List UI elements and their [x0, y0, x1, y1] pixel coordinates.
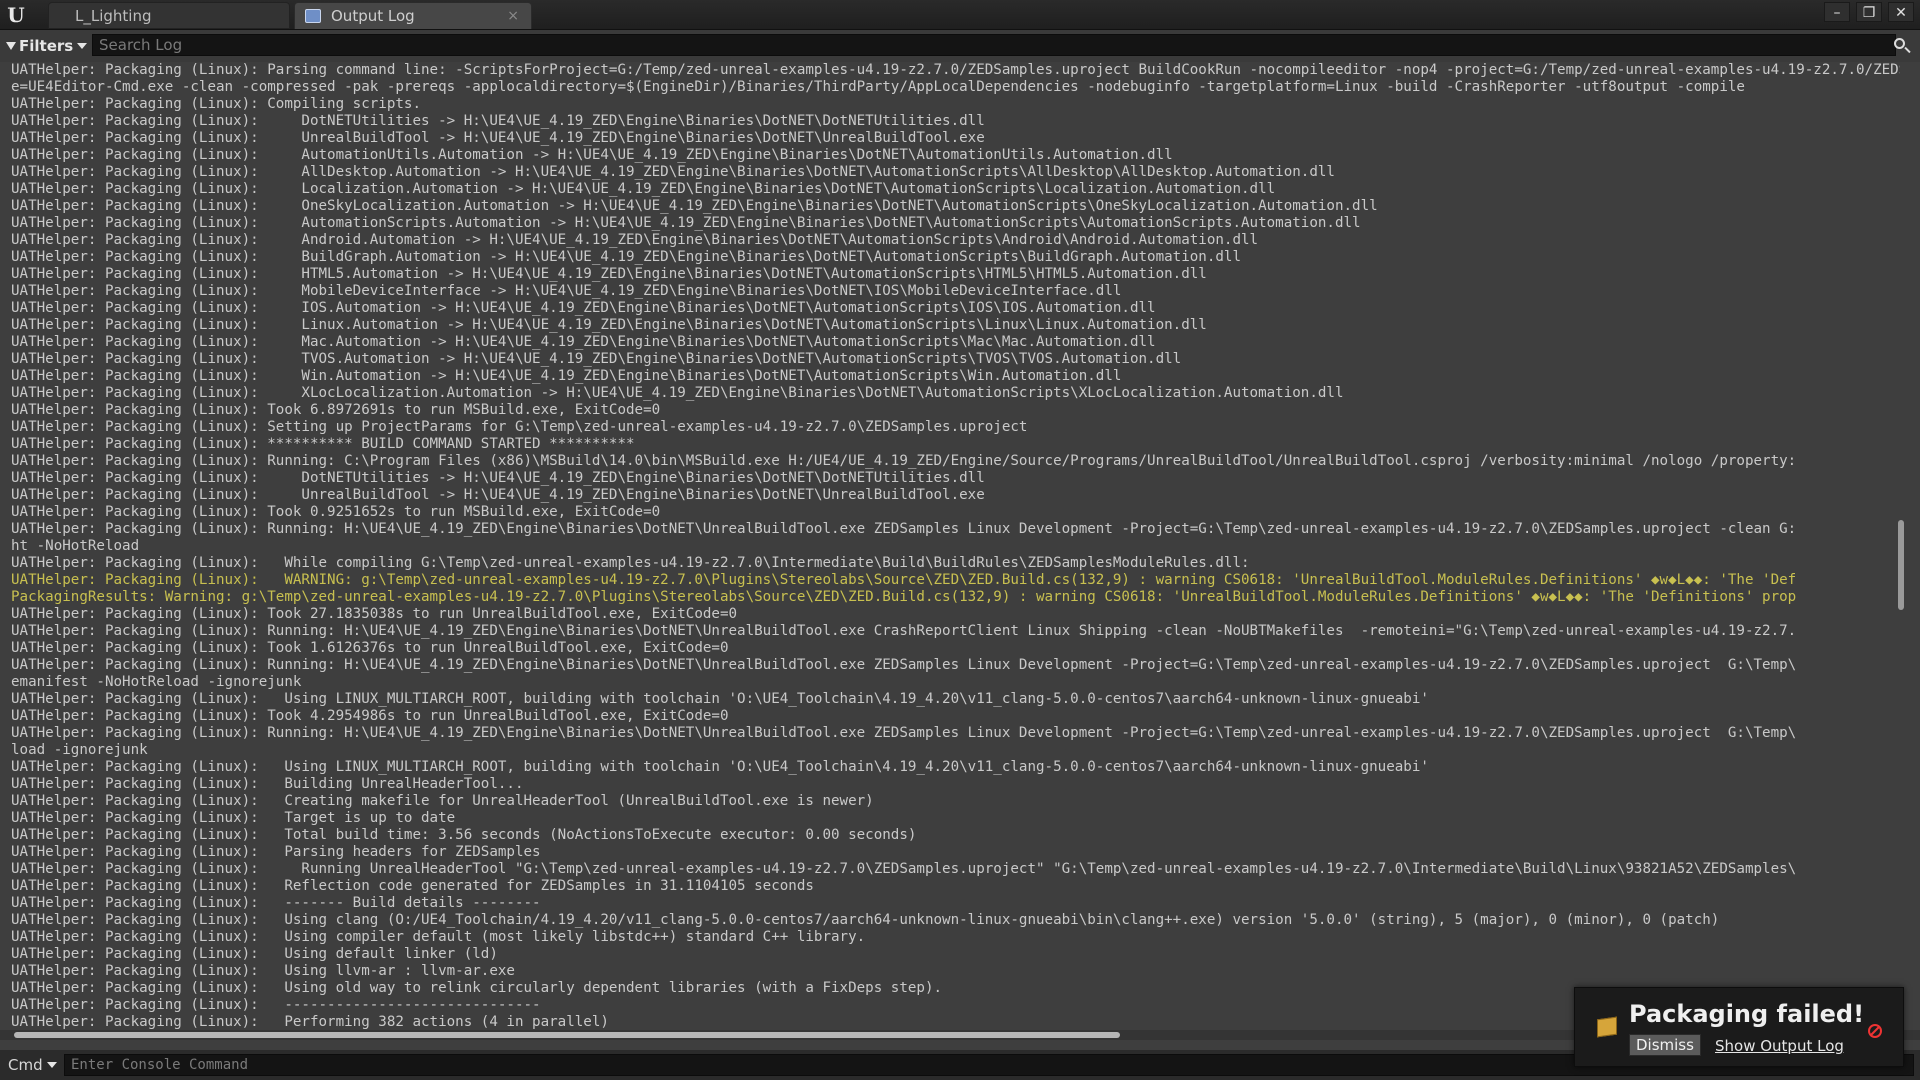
window-controls: – ❐ ✕ — [1824, 2, 1914, 24]
log-line: UATHelper: Packaging (Linux): Took 27.18… — [11, 606, 738, 622]
log-line: UATHelper: Packaging (Linux): Using LINU… — [11, 691, 1429, 707]
log-line: emanifest -NoHotReload -ignorejunk — [11, 674, 302, 690]
log-lines: UATHelper: Packaging (Linux): Parsing co… — [11, 62, 1900, 1029]
log-line: load -ignorejunk — [11, 742, 148, 758]
log-line: UATHelper: Packaging (Linux): OneSkyLoca… — [11, 198, 1378, 214]
log-line-warning: PackagingResults: Warning: g:\Temp\zed-u… — [11, 589, 1797, 605]
log-line: UATHelper: Packaging (Linux): Building U… — [11, 776, 524, 792]
log-line: UATHelper: Packaging (Linux): HTML5.Auto… — [11, 266, 1207, 282]
log-line: UATHelper: Packaging (Linux): Automation… — [11, 215, 1361, 231]
output-log[interactable]: UATHelper: Packaging (Linux): Parsing co… — [0, 62, 1900, 1029]
log-line: UATHelper: Packaging (Linux): Using LINU… — [11, 759, 1429, 775]
log-line: UATHelper: Packaging (Linux): Took 1.612… — [11, 640, 729, 656]
log-line: UATHelper: Packaging (Linux): Android.Au… — [11, 232, 1259, 248]
search-icon[interactable] — [1894, 38, 1905, 49]
tab-l-lighting[interactable]: L_Lighting — [48, 2, 290, 29]
log-line: UATHelper: Packaging (Linux): TVOS.Autom… — [11, 351, 1182, 367]
log-line: UATHelper: Packaging (Linux): Running: H… — [11, 623, 1797, 639]
cmd-label: Cmd — [8, 1056, 43, 1074]
log-line: UATHelper: Packaging (Linux): UnrealBuil… — [11, 487, 985, 503]
chevron-down-icon — [77, 43, 88, 49]
dismiss-button[interactable]: Dismiss — [1629, 1034, 1701, 1056]
package-icon — [1597, 1016, 1617, 1038]
log-line: UATHelper: Packaging (Linux): Compiling … — [11, 96, 421, 112]
log-line: UATHelper: Packaging (Linux): Running: H… — [11, 657, 1797, 673]
close-icon[interactable]: ✕ — [1888, 2, 1914, 22]
packaging-notification: Packaging failed! Dismiss Show Output Lo… — [1574, 987, 1904, 1067]
log-line: UATHelper: Packaging (Linux): Creating m… — [11, 793, 874, 809]
log-line: UATHelper: Packaging (Linux): AllDesktop… — [11, 164, 1335, 180]
log-line: UATHelper: Packaging (Linux): Running: H… — [11, 725, 1797, 741]
log-line: UATHelper: Packaging (Linux): Using clan… — [11, 912, 1720, 928]
close-tab-icon[interactable]: × — [507, 3, 519, 29]
error-icon — [1868, 1024, 1882, 1038]
log-line-warning: UATHelper: Packaging (Linux): WARNING: g… — [11, 572, 1797, 588]
cmd-dropdown[interactable]: Cmd — [8, 1055, 57, 1075]
minimize-icon[interactable]: – — [1824, 2, 1850, 22]
log-line: UATHelper: Packaging (Linux): Target is … — [11, 810, 456, 826]
log-line: UATHelper: Packaging (Linux): Running: H… — [11, 521, 1797, 537]
horizontal-scrollbar-thumb[interactable] — [14, 1032, 1120, 1038]
log-line: UATHelper: Packaging (Linux): Running: C… — [11, 453, 1797, 469]
log-line: UATHelper: Packaging (Linux): IOS.Automa… — [11, 300, 1156, 316]
vertical-scrollbar[interactable] — [1898, 520, 1904, 610]
restore-icon[interactable]: ❐ — [1856, 2, 1882, 22]
log-line: UATHelper: Packaging (Linux): Setting up… — [11, 419, 1028, 435]
unreal-logo-icon: U — [7, 3, 25, 27]
log-line: UATHelper: Packaging (Linux): Reflection… — [11, 878, 814, 894]
log-line: UATHelper: Packaging (Linux): Using defa… — [11, 946, 498, 962]
log-line: e=UE4Editor-Cmd.exe -clean -compressed -… — [11, 79, 1745, 95]
log-line: UATHelper: Packaging (Linux): Took 4.295… — [11, 708, 729, 724]
filter-bar: Filters — [0, 30, 1920, 62]
funnel-icon — [6, 42, 16, 50]
log-line: UATHelper: Packaging (Linux): Running Un… — [11, 861, 1797, 877]
output-log-icon — [305, 9, 321, 23]
log-line: UATHelper: Packaging (Linux): Automation… — [11, 147, 1173, 163]
log-line: UATHelper: Packaging (Linux): Localizati… — [11, 181, 1276, 197]
log-line: UATHelper: Packaging (Linux): Took 0.925… — [11, 504, 661, 520]
log-line: UATHelper: Packaging (Linux): Using llvm… — [11, 963, 515, 979]
log-line: UATHelper: Packaging (Linux): DotNETUtil… — [11, 470, 985, 486]
log-line: UATHelper: Packaging (Linux): Win.Automa… — [11, 368, 1122, 384]
log-line: UATHelper: Packaging (Linux): MobileDevi… — [11, 283, 1122, 299]
title-bar: U L_Lighting Output Log × – ❐ ✕ — [0, 0, 1920, 30]
log-line: UATHelper: Packaging (Linux): BuildGraph… — [11, 249, 1241, 265]
log-line: UATHelper: Packaging (Linux): Took 6.897… — [11, 402, 661, 418]
log-line: UATHelper: Packaging (Linux): While comp… — [11, 555, 1250, 571]
log-line: ht -NoHotReload — [11, 538, 140, 554]
filters-button[interactable]: Filters — [6, 36, 88, 56]
notification-title: Packaging failed! — [1629, 1000, 1865, 1028]
log-line: UATHelper: Packaging (Linux): **********… — [11, 436, 635, 452]
log-line: UATHelper: Packaging (Linux): Total buil… — [11, 827, 917, 843]
show-output-log-link[interactable]: Show Output Log — [1715, 1036, 1844, 1056]
tab-output-log[interactable]: Output Log × — [294, 2, 532, 29]
log-line: UATHelper: Packaging (Linux): Linux.Auto… — [11, 317, 1207, 333]
log-line: UATHelper: Packaging (Linux): Using comp… — [11, 929, 866, 945]
log-line: UATHelper: Packaging (Linux): Parsing co… — [11, 62, 1900, 78]
log-line: UATHelper: Packaging (Linux): DotNETUtil… — [11, 113, 985, 129]
log-line: UATHelper: Packaging (Linux): UnrealBuil… — [11, 130, 985, 146]
chevron-down-icon — [46, 1062, 57, 1068]
log-line: UATHelper: Packaging (Linux): Parsing he… — [11, 844, 541, 860]
search-input[interactable] — [92, 34, 1896, 56]
log-line: UATHelper: Packaging (Linux): XLocLocali… — [11, 385, 1344, 401]
tab-label: Output Log — [331, 7, 415, 25]
filters-label: Filters — [19, 37, 74, 55]
log-line: UATHelper: Packaging (Linux): ------- Bu… — [11, 895, 541, 911]
log-line: UATHelper: Packaging (Linux): Mac.Automa… — [11, 334, 1156, 350]
tab-label: L_Lighting — [75, 7, 152, 25]
